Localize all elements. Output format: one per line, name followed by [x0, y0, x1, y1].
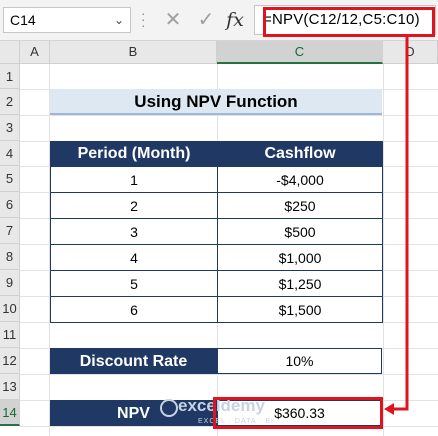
- period-cell[interactable]: 3: [50, 218, 218, 245]
- discount-rate-label[interactable]: Discount Rate: [50, 348, 217, 374]
- name-box[interactable]: C14 ⌄: [3, 7, 131, 33]
- header-period[interactable]: Period (Month): [50, 141, 218, 167]
- table-row: 1 -$4,000: [50, 166, 383, 193]
- row-header[interactable]: 11: [0, 322, 20, 348]
- table-row: 3 $500: [50, 218, 383, 245]
- period-cell[interactable]: 5: [50, 270, 218, 297]
- cancel-icon[interactable]: ✕: [160, 7, 186, 33]
- sheet-title[interactable]: Using NPV Function: [50, 89, 382, 115]
- table-row: 4 $1,000: [50, 244, 383, 271]
- cashflow-cell[interactable]: $250: [217, 192, 383, 219]
- row-header-active[interactable]: 14: [0, 400, 20, 426]
- column-header-c[interactable]: C: [217, 41, 383, 64]
- gridline: [20, 115, 438, 116]
- period-cell[interactable]: 6: [50, 296, 218, 323]
- row-header[interactable]: 6: [0, 192, 20, 218]
- table-header-row: Period (Month) Cashflow: [50, 141, 383, 167]
- insert-function-icon[interactable]: fx: [222, 7, 248, 33]
- discount-rate-value[interactable]: 10%: [217, 348, 382, 374]
- column-header-a[interactable]: A: [20, 41, 50, 64]
- row-header[interactable]: 10: [0, 296, 20, 322]
- formula-highlight-box: [263, 7, 435, 37]
- header-cashflow[interactable]: Cashflow: [217, 141, 383, 167]
- table-row: 5 $1,250: [50, 270, 383, 297]
- column-header-b[interactable]: B: [50, 41, 217, 64]
- column-header-d[interactable]: D: [383, 41, 438, 64]
- chevron-down-icon[interactable]: ⌄: [114, 8, 124, 32]
- row-header[interactable]: 13: [0, 374, 20, 400]
- table-row: 6 $1,500: [50, 296, 383, 323]
- row-header[interactable]: 4: [0, 141, 20, 166]
- drag-handle-icon[interactable]: · · ·: [141, 6, 146, 32]
- row-header[interactable]: 3: [0, 115, 20, 141]
- cashflow-cell[interactable]: $1,250: [217, 270, 383, 297]
- cashflow-cell[interactable]: $1,500: [217, 296, 383, 323]
- select-all-corner[interactable]: [0, 41, 20, 64]
- row-header[interactable]: 12: [0, 348, 20, 374]
- row-header[interactable]: 1: [0, 64, 20, 89]
- cashflow-cell[interactable]: $1,000: [217, 244, 383, 271]
- row-header[interactable]: 7: [0, 218, 20, 244]
- name-box-value: C14: [10, 12, 36, 28]
- table-row: 2 $250: [50, 192, 383, 219]
- result-highlight-box: [213, 397, 383, 429]
- row-header[interactable]: 8: [0, 244, 20, 270]
- period-cell[interactable]: 1: [50, 166, 218, 193]
- row-header[interactable]: 2: [0, 89, 20, 115]
- row-header[interactable]: 5: [0, 166, 20, 192]
- cashflow-cell[interactable]: $500: [217, 218, 383, 245]
- gridline: [383, 64, 384, 436]
- cashflow-cell[interactable]: -$4,000: [217, 166, 383, 193]
- exceldemy-logo-icon: [160, 399, 178, 417]
- row-header[interactable]: 9: [0, 270, 20, 296]
- enter-icon[interactable]: ✓: [193, 7, 219, 33]
- period-cell[interactable]: 4: [50, 244, 218, 271]
- period-cell[interactable]: 2: [50, 192, 218, 219]
- cashflow-table: Period (Month) Cashflow 1 -$4,000 2 $250…: [50, 141, 383, 323]
